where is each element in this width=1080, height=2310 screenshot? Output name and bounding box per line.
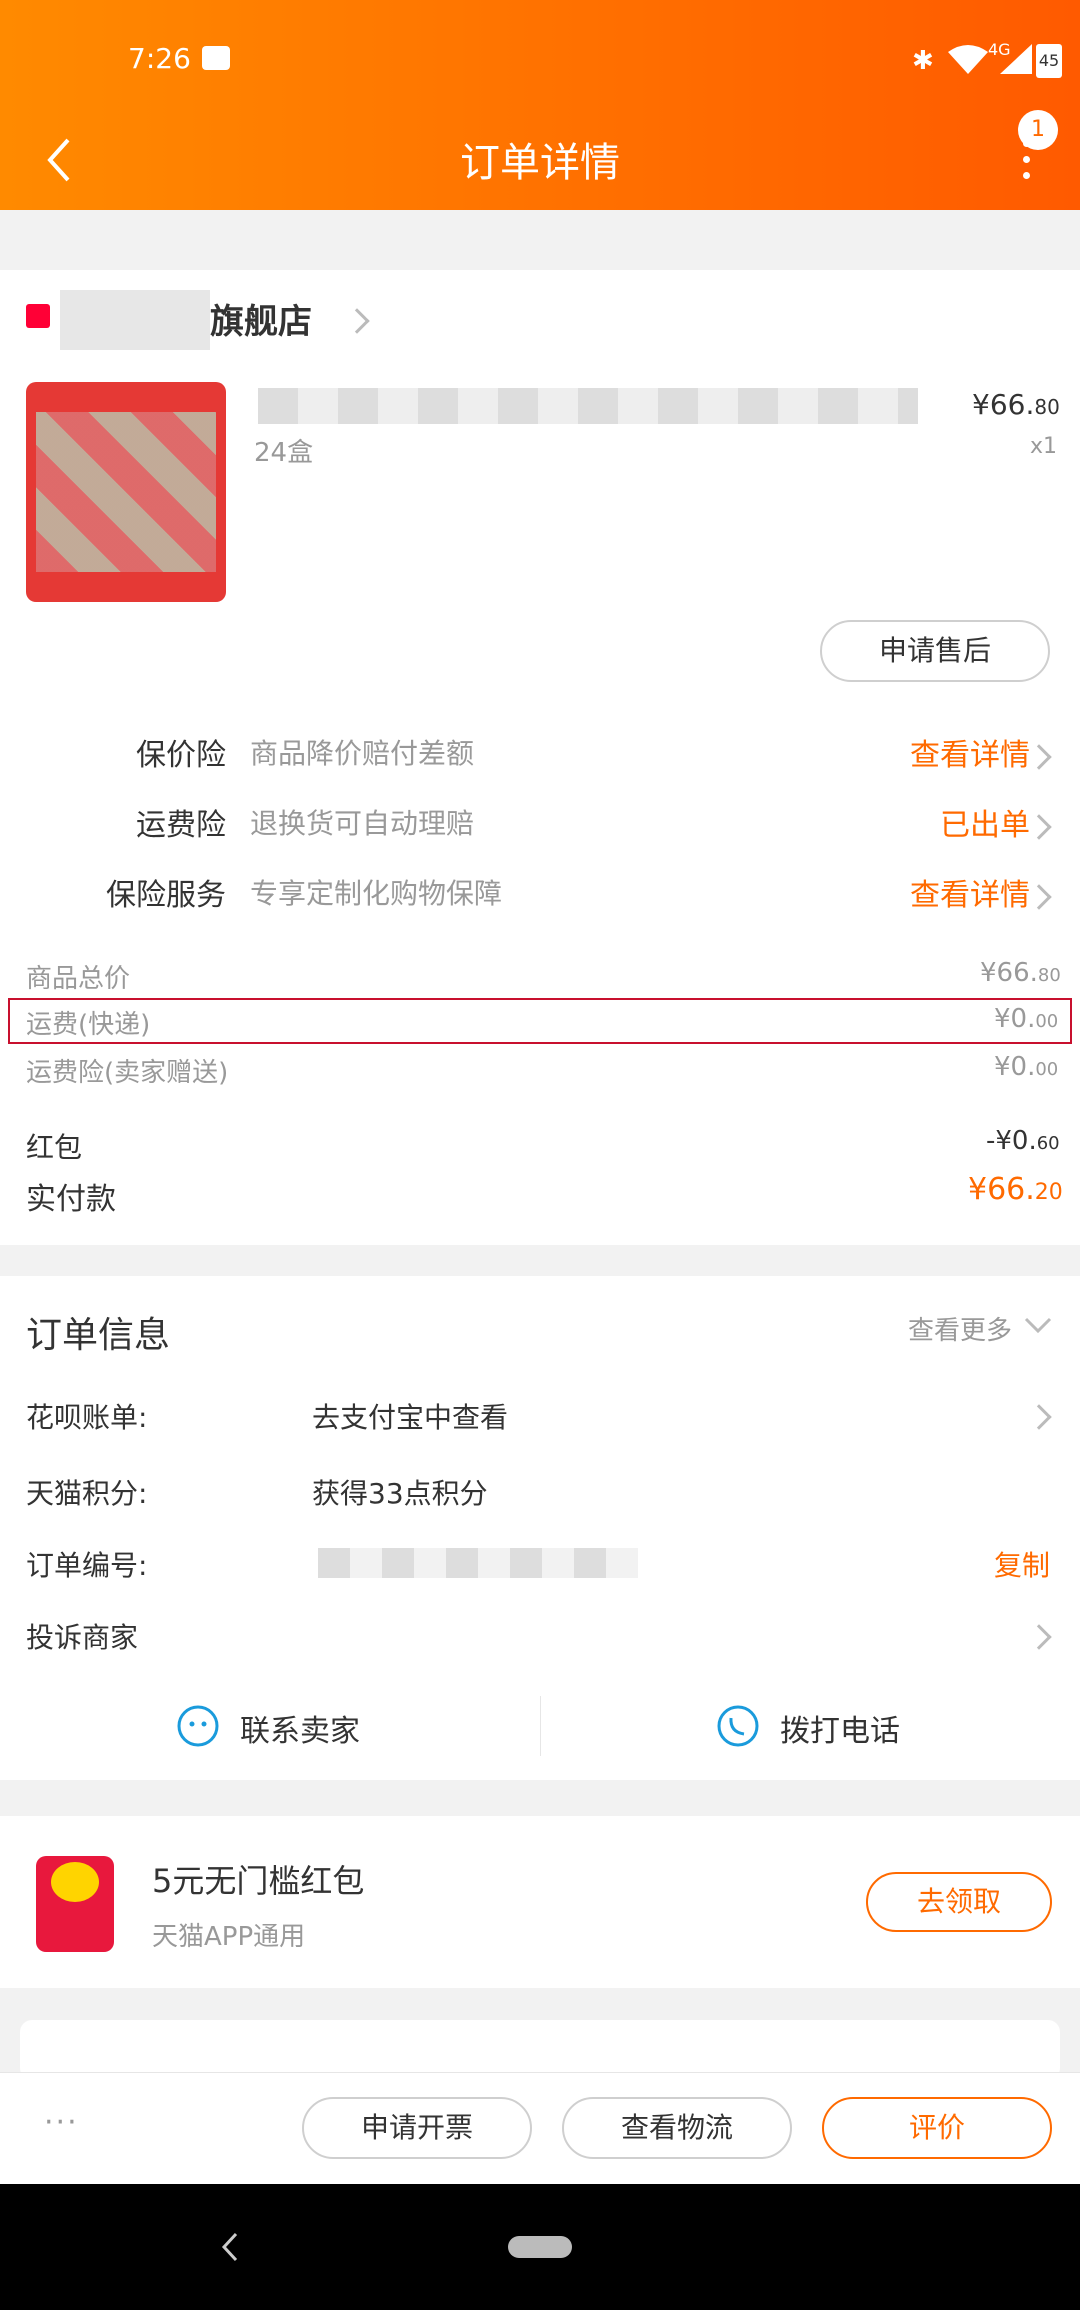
chevron-right-icon xyxy=(1026,1624,1052,1650)
call-label: 拨打电话 xyxy=(780,1714,900,1749)
order-number-label: 订单编号: xyxy=(26,1549,148,1582)
service-desc: 退换货可自动理赔 xyxy=(250,807,475,840)
product-quantity: x1 xyxy=(1030,434,1058,459)
service-label: 运费险 xyxy=(136,808,226,843)
message-icon xyxy=(202,46,230,70)
blurred-store-name xyxy=(60,290,210,350)
chevron-right-icon xyxy=(1026,1404,1052,1430)
battery-icon: 45 xyxy=(1036,44,1062,78)
product-price-dec: 80 xyxy=(1034,395,1060,419)
huabei-label: 花呗账单: xyxy=(26,1401,148,1434)
product-price-int: ¥66. xyxy=(972,388,1035,421)
copy-button[interactable]: 复制 xyxy=(994,1544,1050,1584)
goods-total-int: ¥66. xyxy=(980,958,1038,988)
red-packet-int: -¥0. xyxy=(986,1126,1037,1156)
goods-total-label: 商品总价 xyxy=(26,964,131,994)
view-more-link[interactable]: 查看更多 xyxy=(908,1310,1012,1347)
service-label: 保险服务 xyxy=(106,878,226,913)
notification-badge: 1 xyxy=(1018,110,1058,150)
service-action: 已出单 xyxy=(940,808,1030,843)
service-label: 保价险 xyxy=(136,738,226,773)
blurred-product-title xyxy=(258,388,918,424)
wifi-icon xyxy=(948,45,988,74)
red-packet-value: -¥0.60 xyxy=(986,1126,1060,1156)
status-bar: 7:26 ✱ 4G 45 xyxy=(0,0,1080,118)
promo-card: 5元无门槛红包 天猫APP通用 去领取 xyxy=(0,1816,1080,1988)
order-info-card: 订单信息 查看更多 花呗账单: 去支付宝中查看 天猫积分: 获得33点积分 订单… xyxy=(0,1276,1080,1780)
points-label: 天猫积分: xyxy=(26,1477,148,1510)
bluetooth-icon: ✱ xyxy=(912,46,934,76)
chevron-right-icon xyxy=(1026,884,1052,910)
phone-icon xyxy=(717,1705,759,1747)
shipping-int: ¥0. xyxy=(994,1004,1036,1034)
divider xyxy=(540,1696,541,1756)
shipping-insurance-label: 运费险(卖家赠送) xyxy=(26,1058,229,1088)
tmall-store-icon xyxy=(26,304,50,328)
paid-value: ¥66.20 xyxy=(968,1172,1063,1207)
paid-int: ¥66. xyxy=(968,1172,1035,1207)
recommendation-card xyxy=(20,2020,1060,2080)
footer-action-bar: ··· 申请开票 查看物流 评价 xyxy=(0,2072,1080,2184)
status-time: 7:26 xyxy=(128,42,191,75)
red-packet-label: 红包 xyxy=(26,1131,83,1164)
more-actions-button[interactable]: ··· xyxy=(44,2105,79,2140)
contact-seller-label: 联系卖家 xyxy=(240,1714,360,1749)
service-desc: 专享定制化购物保障 xyxy=(250,877,503,910)
home-pill-icon[interactable] xyxy=(508,2236,572,2258)
chevron-right-icon xyxy=(1026,814,1052,840)
red-packet-icon xyxy=(36,1856,114,1952)
goods-total-dec: 80 xyxy=(1037,965,1061,986)
shipping-insurance-dec: 00 xyxy=(1035,1059,1059,1080)
shipping-insurance-int: ¥0. xyxy=(994,1052,1036,1082)
service-desc: 商品降价赔付差额 xyxy=(250,737,475,770)
shipping-label: 运费(快递) xyxy=(26,1010,151,1040)
promo-subtitle: 天猫APP通用 xyxy=(152,1922,306,1952)
battery-level: 45 xyxy=(1038,51,1060,70)
chat-icon xyxy=(177,1705,219,1747)
service-action: 查看详情 xyxy=(910,878,1030,913)
blurred-order-number xyxy=(318,1548,638,1578)
chevron-right-icon xyxy=(1026,744,1052,770)
product-price: ¥66.80 xyxy=(972,388,1060,421)
highlight-box xyxy=(8,998,1072,1044)
shipping-value: ¥0.00 xyxy=(994,1004,1058,1034)
paid-dec: 20 xyxy=(1034,1180,1063,1205)
signal-icon xyxy=(1000,44,1032,74)
points-value: 获得33点积分 xyxy=(312,1477,488,1510)
paid-label: 实付款 xyxy=(26,1182,116,1217)
system-nav-bar xyxy=(0,2184,1080,2310)
order-info-title: 订单信息 xyxy=(26,1315,171,1356)
product-spec: 24盒 xyxy=(254,438,314,468)
goods-total-value: ¥66.80 xyxy=(980,958,1061,988)
after-sale-button[interactable]: 申请售后 xyxy=(820,620,1050,682)
logistics-button[interactable]: 查看物流 xyxy=(562,2097,792,2159)
system-back-icon[interactable] xyxy=(218,2230,242,2264)
claim-button[interactable]: 去领取 xyxy=(866,1872,1052,1932)
shipping-dec: 00 xyxy=(1035,1011,1059,1032)
review-button[interactable]: 评价 xyxy=(822,2097,1052,2159)
invoice-button[interactable]: 申请开票 xyxy=(302,2097,532,2159)
red-packet-dec: 60 xyxy=(1036,1133,1060,1154)
promo-title: 5元无门槛红包 xyxy=(152,1862,365,1900)
service-action: 查看详情 xyxy=(910,738,1030,773)
chevron-down-icon xyxy=(1024,1317,1052,1334)
store-chevron-icon xyxy=(344,308,370,334)
order-card: 旗舰店 24盒 ¥66.80 x1 申请售后 保价险 商品降价赔付差额 查看详情… xyxy=(0,270,1080,1245)
shipping-insurance-value: ¥0.00 xyxy=(994,1052,1058,1082)
complain-label: 投诉商家 xyxy=(26,1621,139,1654)
page-title: 订单详情 xyxy=(460,140,620,186)
huabei-value: 去支付宝中查看 xyxy=(312,1401,509,1434)
product-image[interactable] xyxy=(26,382,226,602)
store-name[interactable]: 旗舰店 xyxy=(210,294,312,343)
nav-bar: 订单详情 xyxy=(0,118,1080,210)
